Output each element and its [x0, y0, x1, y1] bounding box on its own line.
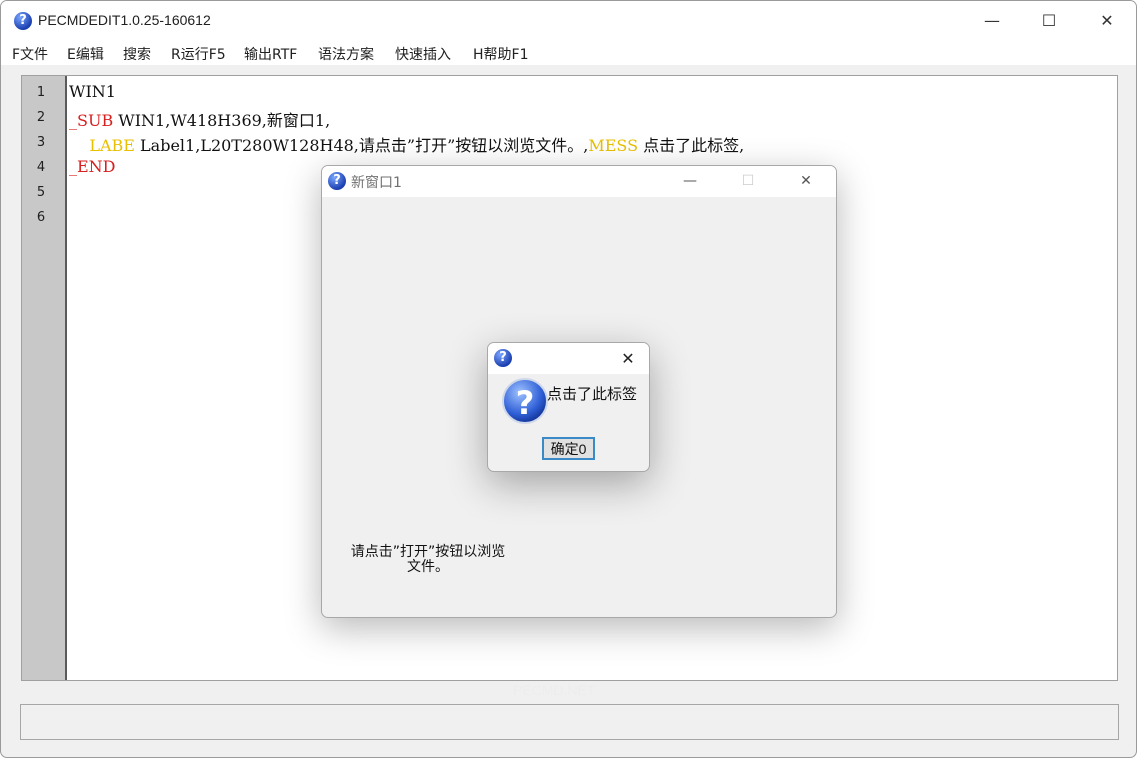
- menu-syntax-scheme[interactable]: 语法方案: [318, 44, 374, 64]
- line-number: 5: [36, 185, 46, 200]
- status-bar: [20, 704, 1119, 740]
- window-title: PECMDEDIT1.0.25-160612: [38, 12, 211, 28]
- child-maximize-button: ☐: [741, 173, 755, 189]
- menu-quick-insert[interactable]: 快速插入: [395, 44, 451, 64]
- question-icon: ?: [494, 349, 512, 367]
- code-line: _SUB WIN1,W418H369,新窗口1,: [69, 107, 330, 131]
- question-icon: ?: [502, 378, 548, 424]
- child-window-title: 新窗口1: [351, 175, 402, 191]
- child-title-bar[interactable]: ? 新窗口1 — ☐ ✕: [322, 166, 836, 197]
- menu-run[interactable]: R运行F5: [171, 44, 226, 64]
- maximize-button[interactable]: ☐: [1020, 1, 1078, 41]
- keyword-labe: LABE: [89, 136, 135, 155]
- menu-edit[interactable]: E编辑: [67, 44, 104, 64]
- message-box-close-button[interactable]: ✕: [611, 343, 645, 374]
- keyword-sub: _SUB: [69, 111, 114, 130]
- code-text: Label1,L20T280W128H48,请点击”打开”按钮以浏览文件。,: [134, 136, 589, 155]
- line-number: 4: [36, 160, 46, 175]
- menu-search[interactable]: 搜索: [123, 44, 151, 64]
- ok-button[interactable]: 确定0: [542, 437, 595, 460]
- child-close-button[interactable]: ✕: [777, 166, 835, 197]
- question-icon: ?: [14, 12, 32, 30]
- menu-bar: F文件 E编辑 搜索 R运行F5 输出RTF 语法方案 快速插入 H帮助F1: [1, 41, 1136, 65]
- child-minimize-button[interactable]: —: [661, 166, 719, 197]
- code-text: WIN1,W418H369,新窗口1,: [113, 111, 331, 130]
- code-text: WIN1: [69, 82, 116, 101]
- title-bar[interactable]: ? PECMDEDIT1.0.25-160612 — ☐ ✕: [1, 1, 1136, 41]
- menu-file[interactable]: F文件: [12, 44, 48, 64]
- line-number-gutter: 1 2 3 4 5 6: [22, 76, 67, 680]
- keyword-mess: MESS: [588, 136, 639, 155]
- line-number: 1: [36, 85, 46, 100]
- line-number: 6: [36, 210, 46, 225]
- code-line: LABE Label1,L20T280W128H48,请点击”打开”按钮以浏览文…: [69, 132, 744, 156]
- child-label[interactable]: 请点击”打开”按钮以浏览文件。: [349, 545, 507, 575]
- code-text: 点击了此标签,: [638, 136, 745, 155]
- code-line: WIN1: [69, 82, 116, 101]
- menu-help[interactable]: H帮助F1: [473, 44, 529, 64]
- menu-export-rtf[interactable]: 输出RTF: [244, 44, 297, 64]
- message-text: 点击了此标签: [547, 385, 638, 403]
- code-line: _END: [69, 157, 116, 176]
- question-icon: ?: [328, 172, 346, 190]
- line-number: 3: [36, 135, 46, 150]
- message-box: ? ✕ ? 点击了此标签 确定0: [487, 342, 650, 472]
- line-number: 2: [36, 110, 46, 125]
- watermark: PECMD.NET: [513, 682, 596, 698]
- close-button[interactable]: ✕: [1078, 1, 1136, 41]
- keyword-end: _END: [69, 157, 116, 176]
- message-box-title-bar[interactable]: ? ✕: [488, 343, 649, 374]
- minimize-button[interactable]: —: [963, 1, 1021, 41]
